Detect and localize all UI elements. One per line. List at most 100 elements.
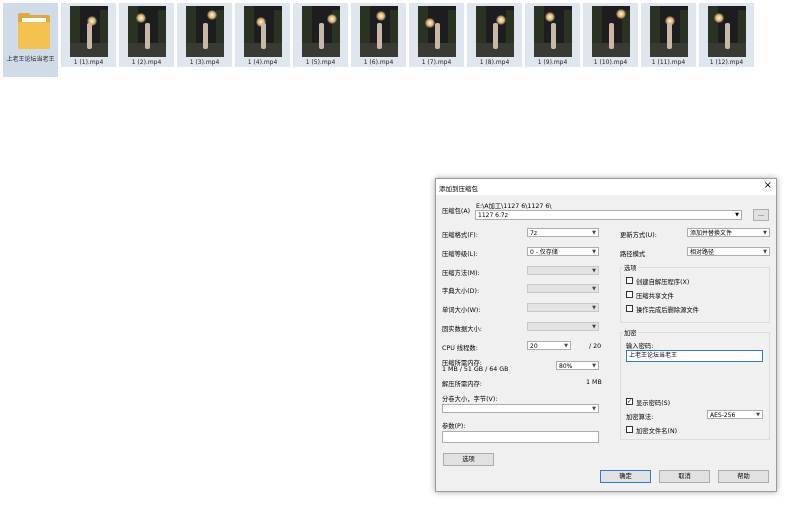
video-file-item[interactable]: 1 (10).mp4 [583,3,638,67]
file-explorer-view: 上老王论坛当老王 1 (1).mp4 1 (2).mp4 1 (3).mp4 1 (4)… [0,0,800,80]
file-name-label: 1 (5).mp4 [305,59,336,66]
mem-decomp-value: 1 MB [586,379,602,386]
archive-path: E:\A加工\1127 6\1127 6\ [476,203,552,210]
video-file-item[interactable]: 1 (12).mp4 [699,3,754,67]
file-name-label: 1 (3).mp4 [189,59,220,66]
word-select[interactable]: ▼ [527,303,599,312]
ok-button[interactable]: 确定 [600,470,651,483]
video-thumbnail [302,6,340,57]
encrypt-names-checkbox[interactable] [626,426,633,433]
mem-comp-value: 1 MB / 51 GB / 64 GB [442,366,509,373]
password-value: 上老王论坛当老王 [629,352,678,359]
split-select[interactable]: ▼ [442,404,599,413]
method-select[interactable]: ▼ [527,266,599,275]
shared-checkbox[interactable] [626,291,633,298]
video-thumbnail [476,6,514,57]
file-name-label: 1 (6).mp4 [363,59,394,66]
options-group-label: 选项 [623,263,638,272]
delete-checkbox[interactable] [626,305,633,312]
video-file-item[interactable]: 1 (6).mp4 [351,3,406,67]
path-label: 路径模式 [620,251,646,258]
video-thumbnail [650,6,688,57]
file-name-label: 1 (11).mp4 [651,59,686,66]
video-file-item[interactable]: 1 (2).mp4 [119,3,174,67]
encryption-group-label: 加密 [623,328,638,337]
file-name-label: 1 (9).mp4 [537,59,568,66]
video-thumbnail [534,6,572,57]
update-value: 添加并替换文件 [690,230,733,237]
enc-method-label: 加密算法: [626,414,654,421]
chevron-down-icon: ▼ [756,412,760,418]
cpu-label: CPU 线程数: [442,345,478,352]
options-button[interactable]: 选项 [443,453,494,466]
solid-select[interactable]: ▼ [527,322,599,331]
chevron-down-icon: ▼ [763,249,767,255]
split-label: 分卷大小，字节(V): [442,396,498,403]
format-value: 7z [530,230,537,237]
check-icon: ✓ [627,398,633,405]
chevron-down-icon: ▼ [564,343,568,349]
help-button[interactable]: 帮助 [718,470,769,483]
folder-item[interactable]: 上老王论坛当老王 [3,3,58,77]
mem-percent-select[interactable]: 80% ▼ [556,361,599,370]
dialog-title: 添加到压缩包 [439,185,478,193]
shared-label: 压缩共享文件 [636,293,674,300]
sfx-checkbox[interactable] [626,277,633,284]
dict-select[interactable]: ▼ [527,284,599,293]
video-file-item[interactable]: 1 (5).mp4 [293,3,348,67]
archive-name-combo[interactable]: 1127 6.7z ▼ [475,210,742,220]
mem-percent-value: 80% [559,363,573,370]
chevron-down-icon: ▼ [592,305,596,311]
video-file-item[interactable]: 1 (7).mp4 [409,3,464,67]
show-password-label: 显示密码(S) [636,400,671,407]
show-password-checkbox[interactable]: ✓ [626,398,633,405]
file-name-label: 1 (12).mp4 [709,59,744,66]
video-file-item[interactable]: 1 (1).mp4 [61,3,116,67]
password-label: 输入密码: [626,343,654,350]
video-thumbnail [128,6,166,57]
video-file-item[interactable]: 1 (9).mp4 [525,3,580,67]
update-select[interactable]: 添加并替换文件 ▼ [687,228,770,237]
video-thumbnail [708,6,746,57]
video-thumbnail [360,6,398,57]
file-name-label: 上老王论坛当老王 [6,56,55,63]
params-input[interactable] [442,431,599,443]
archive-name-value: 1127 6.7z [478,212,508,219]
video-thumbnail [70,6,108,57]
file-name-label: 1 (4).mp4 [247,59,278,66]
file-name-label: 1 (1).mp4 [73,59,104,66]
path-select[interactable]: 相对路径 ▼ [687,247,770,256]
file-name-label: 1 (2).mp4 [131,59,162,66]
chevron-down-icon: ▼ [592,324,596,330]
password-input[interactable]: 上老王论坛当老王 [626,350,763,362]
chevron-down-icon: ▼ [592,406,596,412]
enc-method-select[interactable]: AES-256 ▼ [707,410,763,419]
browse-button[interactable]: ... [753,209,769,221]
level-select[interactable]: 0 - 仅存储 ▼ [527,247,599,256]
video-file-item[interactable]: 1 (3).mp4 [177,3,232,67]
word-label: 单词大小(W): [442,307,481,314]
chevron-down-icon: ▼ [592,230,596,236]
video-file-item[interactable]: 1 (8).mp4 [467,3,522,67]
mem-decomp-label: 解压所需内存: [442,381,482,388]
params-label: 参数(P): [442,423,466,430]
format-select[interactable]: 7z ▼ [527,228,599,237]
level-label: 压缩等级(L): [442,251,478,258]
video-file-item[interactable]: 1 (4).mp4 [235,3,290,67]
file-name-label: 1 (7).mp4 [421,59,452,66]
format-label: 压缩格式(F): [442,232,478,239]
chevron-down-icon: ▼ [592,268,596,274]
dialog-titlebar[interactable]: 添加到压缩包 × [436,179,776,195]
cancel-button[interactable]: 取消 [659,470,710,483]
file-name-label: 1 (10).mp4 [593,59,628,66]
chevron-down-icon: ▼ [735,212,739,218]
video-thumbnail [592,6,630,57]
path-value: 相对路径 [690,249,715,256]
method-label: 压缩方法(M): [442,270,480,277]
folder-icon [18,13,50,49]
cpu-select[interactable]: 20 ▼ [527,341,571,350]
cpu-value: 20 [530,343,538,350]
close-icon[interactable]: × [764,181,772,191]
video-file-item[interactable]: 1 (11).mp4 [641,3,696,67]
sfx-label: 创建自解压程序(X) [636,279,690,286]
